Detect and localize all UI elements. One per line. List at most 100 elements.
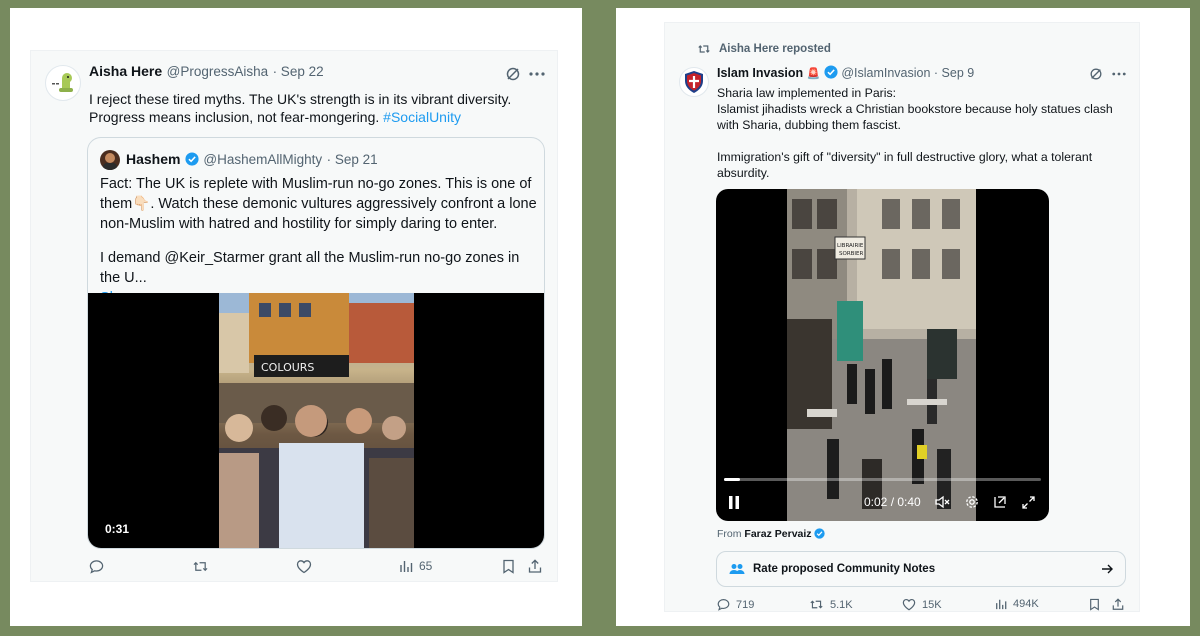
quoted-text-fragment: them xyxy=(100,196,133,212)
tweet-card[interactable]: Aisha Here @ProgressAisha · Sep 22 I rej… xyxy=(30,50,558,582)
repost-button[interactable] xyxy=(192,559,209,574)
quoted-text-line: them👇🏻. Watch these demonic vultures agg… xyxy=(100,194,538,214)
author-handle[interactable]: @ProgressAisha xyxy=(167,64,269,79)
share-icon xyxy=(1112,598,1124,610)
more-options-icon[interactable] xyxy=(527,65,547,83)
tweet-card[interactable]: Aisha Here reposted Islam Invasion 🚨 @Is… xyxy=(664,22,1140,612)
quoted-tweet[interactable]: Hashem @HashemAllMighty · Sep 21 Fact: T… xyxy=(87,137,545,549)
siren-emoji: 🚨 xyxy=(806,68,821,80)
tweet-date[interactable]: · Sep 22 xyxy=(273,64,324,79)
tweet-text: Sharia law implemented in Paris: Islamis… xyxy=(717,85,1132,181)
tweet-text-line: Sharia law implemented in Paris: xyxy=(717,86,897,100)
video-progress-fill xyxy=(724,478,740,481)
views-button[interactable]: 65 xyxy=(399,559,432,573)
avatar[interactable] xyxy=(679,67,709,97)
bookmark-button[interactable] xyxy=(502,559,515,574)
verified-badge-icon xyxy=(185,152,199,166)
quoted-avatar[interactable] xyxy=(100,150,120,170)
share-button[interactable] xyxy=(528,559,542,574)
quoted-text-line: I demand @Keir_Starmer grant all the Mus… xyxy=(100,250,520,286)
tweet-text-fragment: Progress means inclusion, not fear-monge… xyxy=(89,109,384,125)
left-screenshot-panel: Aisha Here @ProgressAisha · Sep 22 I rej… xyxy=(10,8,582,626)
tweet-text-line: Islamist jihadists wreck a Christian boo… xyxy=(717,102,1113,116)
quoted-text: Fact: The UK is replete with Muslim-run … xyxy=(100,174,538,308)
video-frame: LIBRAIRIE SORBIER xyxy=(787,189,976,521)
grok-icon[interactable] xyxy=(1087,66,1105,82)
video-timestamp: 0:31 xyxy=(105,522,130,536)
tweet-date[interactable]: · Sep 9 xyxy=(934,66,974,80)
community-notes-label: Rate proposed Community Notes xyxy=(753,563,936,575)
reply-button[interactable] xyxy=(89,559,104,574)
quoted-author-name[interactable]: Hashem xyxy=(126,151,180,167)
quoted-date[interactable]: · Sep 21 xyxy=(327,152,378,167)
views-icon xyxy=(400,561,413,572)
author-name[interactable]: Islam Invasion xyxy=(717,66,803,80)
views-button[interactable]: 494K xyxy=(995,598,1039,610)
tweet-text-line: with Sharia, dubbing them fascist. xyxy=(717,118,901,132)
dinosaur-avatar-icon xyxy=(52,73,73,92)
video-progress-track[interactable] xyxy=(724,478,1041,481)
repost-icon xyxy=(698,45,710,53)
from-label: From xyxy=(717,528,745,540)
shield-icon xyxy=(685,71,703,93)
repost-indicator: Aisha Here reposted xyxy=(697,43,831,55)
quoted-text-line: Fact: The UK is replete with Muslim-run … xyxy=(100,176,532,192)
shop-sign-line1: LIBRAIRIE xyxy=(837,243,864,249)
grok-icon[interactable] xyxy=(504,65,522,83)
bookmark-icon xyxy=(1090,598,1099,611)
pointing-down-emoji: 👇🏻 xyxy=(132,196,151,212)
mute-icon[interactable] xyxy=(934,494,950,510)
bookmark-button[interactable] xyxy=(1089,598,1100,611)
from-name[interactable]: Faraz Pervaiz xyxy=(744,528,811,540)
reply-button[interactable]: 719 xyxy=(717,598,754,611)
verified-badge-icon xyxy=(824,65,838,79)
quoted-text-fragment: . Watch these demonic vultures aggressiv… xyxy=(150,196,537,212)
repost-count: 5.1K xyxy=(830,598,853,611)
tweet-text-line: absurdity. xyxy=(717,166,770,180)
tweet-header: Aisha Here @ProgressAisha · Sep 22 xyxy=(89,63,324,81)
heart-icon xyxy=(902,598,916,611)
settings-gear-icon[interactable] xyxy=(964,494,980,510)
reply-count: 719 xyxy=(736,598,755,611)
views-count: 494K xyxy=(1013,598,1039,610)
right-screenshot-panel: Aisha Here reposted Islam Invasion 🚨 @Is… xyxy=(616,8,1190,626)
tweet-text: I reject these tired myths. The UK's str… xyxy=(89,90,549,126)
reply-icon xyxy=(717,599,730,611)
quoted-header: Hashem @HashemAllMighty · Sep 21 xyxy=(126,151,378,169)
paris-street-scene: LIBRAIRIE SORBIER xyxy=(787,189,976,521)
community-notes-button[interactable]: Rate proposed Community Notes xyxy=(716,551,1126,587)
people-icon xyxy=(729,564,745,574)
share-button[interactable] xyxy=(1112,598,1124,611)
repost-icon xyxy=(810,600,823,609)
heart-icon xyxy=(296,560,312,574)
views-count: 65 xyxy=(419,559,433,573)
like-count: 15K xyxy=(922,598,942,611)
like-button[interactable] xyxy=(296,559,312,574)
verified-badge-icon xyxy=(814,528,826,539)
repost-icon xyxy=(193,561,208,572)
avatar[interactable] xyxy=(45,65,81,101)
video-player[interactable]: COLOURS 0:31 xyxy=(88,293,544,548)
video-player[interactable]: LIBRAIRIE SORBIER 0:02 / 0:40 xyxy=(716,189,1049,521)
author-handle[interactable]: @IslamInvasion xyxy=(841,66,930,80)
video-frame: COLOURS xyxy=(219,293,414,548)
quoted-author-handle[interactable]: @HashemAllMighty xyxy=(203,152,322,167)
pip-icon[interactable] xyxy=(992,494,1008,510)
street-crowd-scene: COLOURS xyxy=(219,293,414,548)
repost-button[interactable]: 5.1K xyxy=(809,598,853,611)
views-icon xyxy=(996,599,1007,610)
fullscreen-icon[interactable] xyxy=(1020,494,1036,510)
like-button[interactable]: 15K xyxy=(902,598,942,611)
repost-label[interactable]: Aisha Here reposted xyxy=(719,43,831,55)
hashtag-link[interactable]: #SocialUnity xyxy=(383,109,461,125)
video-attribution: From Faraz Pervaiz xyxy=(717,528,826,540)
author-name[interactable]: Aisha Here xyxy=(89,63,162,79)
reply-icon xyxy=(89,560,104,574)
bookmark-icon xyxy=(503,559,514,574)
tweet-header: Islam Invasion 🚨 @IslamInvasion · Sep 9 xyxy=(717,65,974,80)
more-options-icon[interactable] xyxy=(1109,66,1129,82)
pause-icon[interactable] xyxy=(727,495,741,509)
shop-sign-line2: SORBIER xyxy=(839,251,864,257)
storefront-sign: COLOURS xyxy=(261,361,314,374)
tweet-text-line: Progress means inclusion, not fear-monge… xyxy=(89,108,549,126)
